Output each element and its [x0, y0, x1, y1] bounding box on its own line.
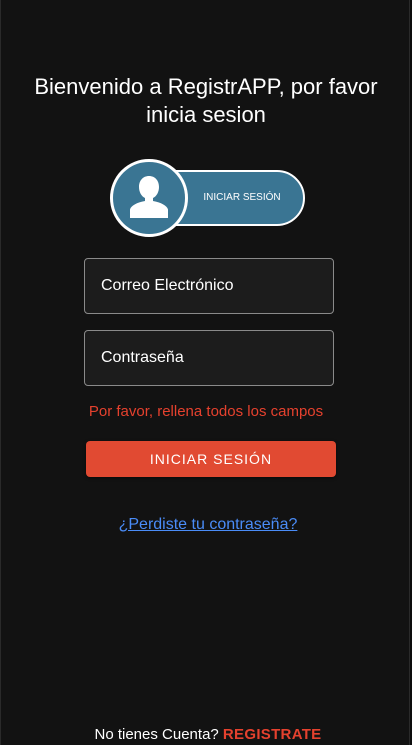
- footer: No tienes Cuenta? REGISTRATE: [1, 726, 412, 743]
- forgot-password-link[interactable]: ¿Perdiste tu contraseña?: [1, 516, 412, 534]
- page-title: Bienvenido a RegistrAPP, por favor inici…: [34, 74, 378, 127]
- login-screen: Bienvenido a RegistrAPP, por favor inici…: [0, 0, 410, 745]
- login-badge-label: INICIAR SESIÓN: [203, 192, 281, 203]
- email-field[interactable]: [84, 258, 334, 314]
- footer-prompt: No tienes Cuenta?: [94, 726, 219, 743]
- login-button[interactable]: INICIAR SESIÓN: [86, 441, 336, 477]
- user-icon: [130, 176, 168, 218]
- error-message: Por favor, rellena todos los campos: [88, 403, 324, 420]
- register-link[interactable]: REGISTRATE: [223, 726, 322, 743]
- password-field[interactable]: [84, 330, 334, 386]
- avatar: [110, 159, 188, 237]
